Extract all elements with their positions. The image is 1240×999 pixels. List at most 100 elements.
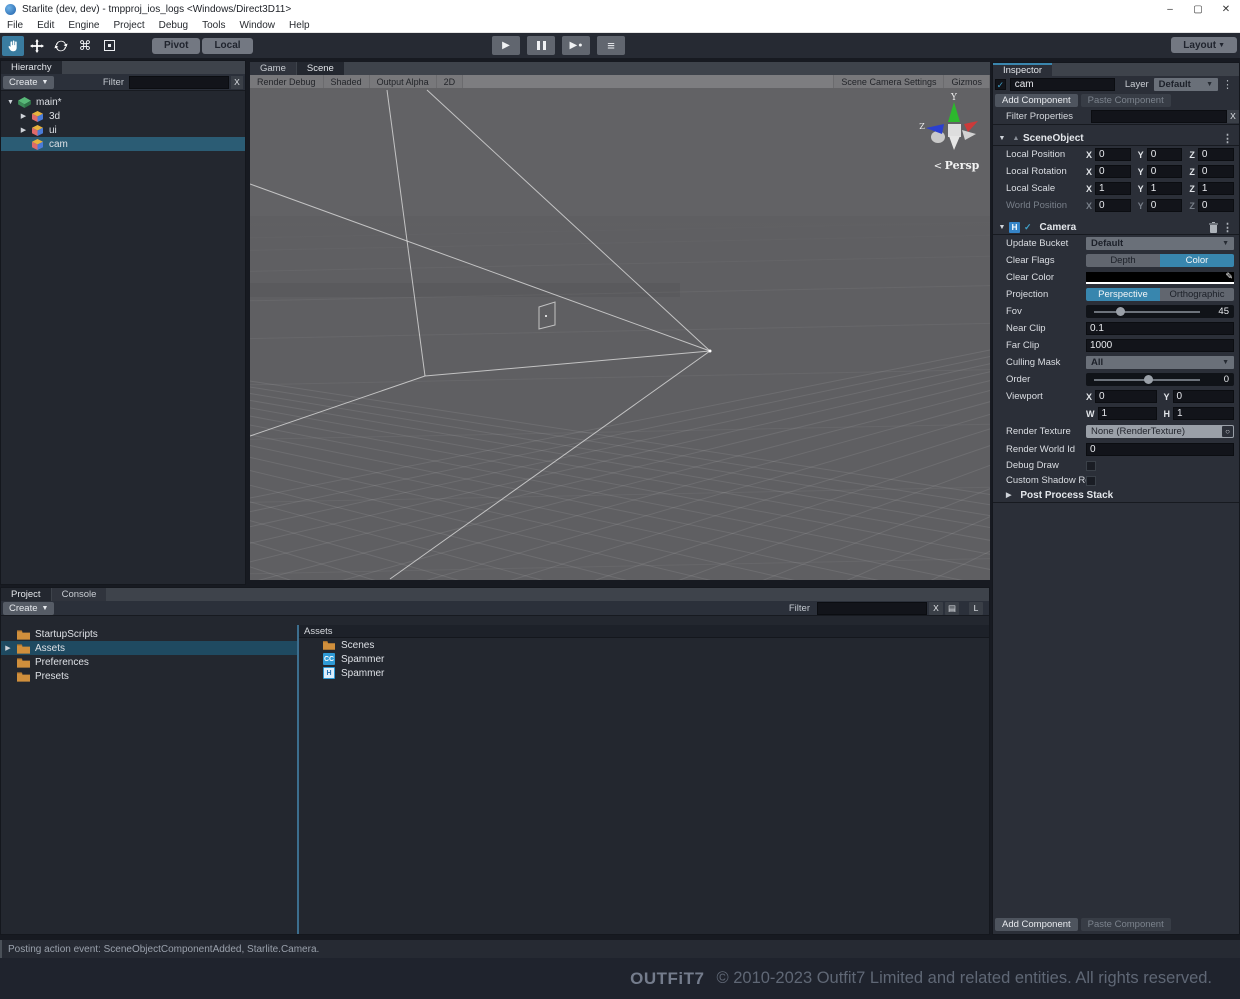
fov-slider-handle[interactable] <box>1116 307 1125 316</box>
project-create-button[interactable]: Create▼ <box>3 602 54 615</box>
gizmos-button[interactable]: Gizmos <box>944 75 990 88</box>
expander-closed-icon[interactable]: ▶ <box>18 126 29 134</box>
culling-mask-dropdown[interactable]: All▼ <box>1086 356 1234 369</box>
update-bucket-dropdown[interactable]: Default▼ <box>1086 237 1234 250</box>
projection-perspective-button[interactable]: Perspective <box>1086 288 1160 301</box>
local-position-x[interactable]: 0 <box>1095 148 1131 161</box>
viewport-y-field[interactable]: 0 <box>1173 390 1234 403</box>
playback-menu-button[interactable]: ≡ <box>597 36 625 55</box>
folder-assets[interactable]: ▶ Assets <box>1 641 297 655</box>
close-button[interactable]: ✕ <box>1212 0 1240 18</box>
order-slider-handle[interactable] <box>1144 375 1153 384</box>
sceneobject-menu-icon[interactable]: ⋮ <box>1218 132 1237 145</box>
minimize-button[interactable]: – <box>1156 0 1184 18</box>
hand-tool-button[interactable] <box>2 36 24 56</box>
layout-dropdown[interactable]: Layout▼ <box>1171 37 1237 53</box>
folder-presets[interactable]: Presets <box>1 669 297 683</box>
project-filter-clear-button[interactable]: X <box>929 602 943 615</box>
scale-tool-button[interactable]: ⌘ <box>74 36 96 56</box>
play-button[interactable]: ▶ <box>492 36 520 55</box>
debug-draw-checkbox[interactable] <box>1086 461 1096 471</box>
scene-camera-settings-button[interactable]: Scene Camera Settings <box>833 75 944 88</box>
perspective-mode-label[interactable]: Persp <box>945 159 980 172</box>
tab-inspector[interactable]: Inspector <box>993 63 1052 76</box>
tree-item-cam[interactable]: cam <box>1 137 245 151</box>
menu-window[interactable]: Window <box>232 20 282 31</box>
object-picker-icon[interactable]: ○ <box>1222 426 1233 437</box>
hierarchy-filter-clear-button[interactable]: X <box>231 76 243 89</box>
near-clip-field[interactable]: 0.1 <box>1086 322 1234 335</box>
maximize-button[interactable]: ▢ <box>1184 0 1212 18</box>
step-button[interactable]: ▶● <box>562 36 590 55</box>
paste-component-button[interactable]: Paste Component <box>1081 94 1171 107</box>
menu-debug[interactable]: Debug <box>152 20 195 31</box>
filter-properties-clear-button[interactable]: X <box>1227 110 1239 123</box>
add-component-button[interactable]: Add Component <box>995 94 1078 107</box>
clear-flags-color-button[interactable]: Color <box>1160 254 1234 267</box>
folder-startupscripts[interactable]: StartupScripts <box>1 627 297 641</box>
edit-pen-icon[interactable]: ✎ <box>1225 271 1233 282</box>
folder-toggle-icon[interactable]: ▤ <box>945 602 959 615</box>
object-enabled-checkbox[interactable]: ✓ <box>995 79 1006 90</box>
camera-section-header[interactable]: ▼ H ✓ Camera ⋮ <box>993 220 1239 235</box>
fov-slider[interactable]: 45 <box>1086 305 1234 318</box>
local-scale-x[interactable]: 1 <box>1095 182 1131 195</box>
asset-scenes[interactable]: Scenes <box>299 638 989 652</box>
expander-open-icon[interactable]: ▼ <box>5 99 16 106</box>
menu-project[interactable]: Project <box>107 20 152 31</box>
asset-spammer-cc[interactable]: CC Spammer <box>299 652 989 666</box>
local-position-y[interactable]: 0 <box>1147 148 1183 161</box>
add-component-button-bottom[interactable]: Add Component <box>995 918 1078 931</box>
tree-item-main[interactable]: ▼ main* <box>1 95 245 109</box>
folder-preferences[interactable]: Preferences <box>1 655 297 669</box>
render-world-id-field[interactable]: 0 <box>1086 443 1234 456</box>
collapse-icon[interactable]: ▼ <box>995 135 1009 142</box>
list-mode-button[interactable]: L <box>969 602 983 615</box>
object-name-field[interactable]: cam <box>1010 78 1115 91</box>
rect-tool-button[interactable] <box>98 36 120 56</box>
expander-closed-icon[interactable]: ▶ <box>1 644 15 652</box>
far-clip-field[interactable]: 1000 <box>1086 339 1234 352</box>
custom-shadow-checkbox[interactable] <box>1086 476 1096 486</box>
filter-properties-input[interactable] <box>1091 110 1227 123</box>
menu-file[interactable]: File <box>0 20 30 31</box>
viewport-x-field[interactable]: 0 <box>1095 390 1156 403</box>
output-alpha-button[interactable]: Output Alpha <box>370 75 437 88</box>
menu-tools[interactable]: Tools <box>195 20 232 31</box>
object-menu-icon[interactable]: ⋮ <box>1218 78 1237 91</box>
tab-hierarchy[interactable]: Hierarchy <box>1 61 62 74</box>
hierarchy-create-button[interactable]: Create▼ <box>3 76 54 89</box>
menu-help[interactable]: Help <box>282 20 317 31</box>
expander-closed-icon[interactable]: ▶ <box>18 112 29 120</box>
camera-enabled-checkbox[interactable]: ✓ <box>1024 222 1032 233</box>
post-process-stack-row[interactable]: ▶ Post Process Stack <box>993 488 1239 503</box>
sceneobject-section-header[interactable]: ▼ ▲ SceneObject ⋮ <box>993 131 1239 146</box>
clear-flags-depth-button[interactable]: Depth <box>1086 254 1160 267</box>
collapse-icon[interactable]: ▼ <box>995 224 1009 231</box>
move-tool-button[interactable] <box>26 36 48 56</box>
menu-engine[interactable]: Engine <box>61 20 106 31</box>
hierarchy-filter-input[interactable] <box>129 76 229 89</box>
paste-component-button-bottom[interactable]: Paste Component <box>1081 918 1171 931</box>
local-rotation-x[interactable]: 0 <box>1095 165 1131 178</box>
menu-edit[interactable]: Edit <box>30 20 61 31</box>
project-filter-input[interactable] <box>817 602 927 615</box>
shaded-button[interactable]: Shaded <box>324 75 370 88</box>
tree-item-3d[interactable]: ▶ 3d <box>1 109 245 123</box>
rotate-tool-button[interactable] <box>50 36 72 56</box>
local-rotation-y[interactable]: 0 <box>1147 165 1183 178</box>
tab-console[interactable]: Console <box>52 588 107 601</box>
projection-orthographic-button[interactable]: Orthographic <box>1160 288 1234 301</box>
viewport-w-field[interactable]: 1 <box>1098 407 1157 420</box>
scene-viewport[interactable]: Y Z < Persp <box>250 88 990 580</box>
layer-dropdown[interactable]: Default▼ <box>1154 78 1218 91</box>
local-scale-z[interactable]: 1 <box>1198 182 1234 195</box>
render-texture-field[interactable]: None (RenderTexture) ○ <box>1086 425 1234 438</box>
expander-closed-icon[interactable]: ▶ <box>1006 491 1011 499</box>
tab-game[interactable]: Game <box>250 62 296 75</box>
clear-color-swatch[interactable]: ✎ <box>1086 272 1234 284</box>
trash-icon[interactable] <box>1209 222 1218 233</box>
local-rotation-z[interactable]: 0 <box>1198 165 1234 178</box>
2d-toggle-button[interactable]: 2D <box>437 75 464 88</box>
tab-scene[interactable]: Scene <box>297 62 344 75</box>
